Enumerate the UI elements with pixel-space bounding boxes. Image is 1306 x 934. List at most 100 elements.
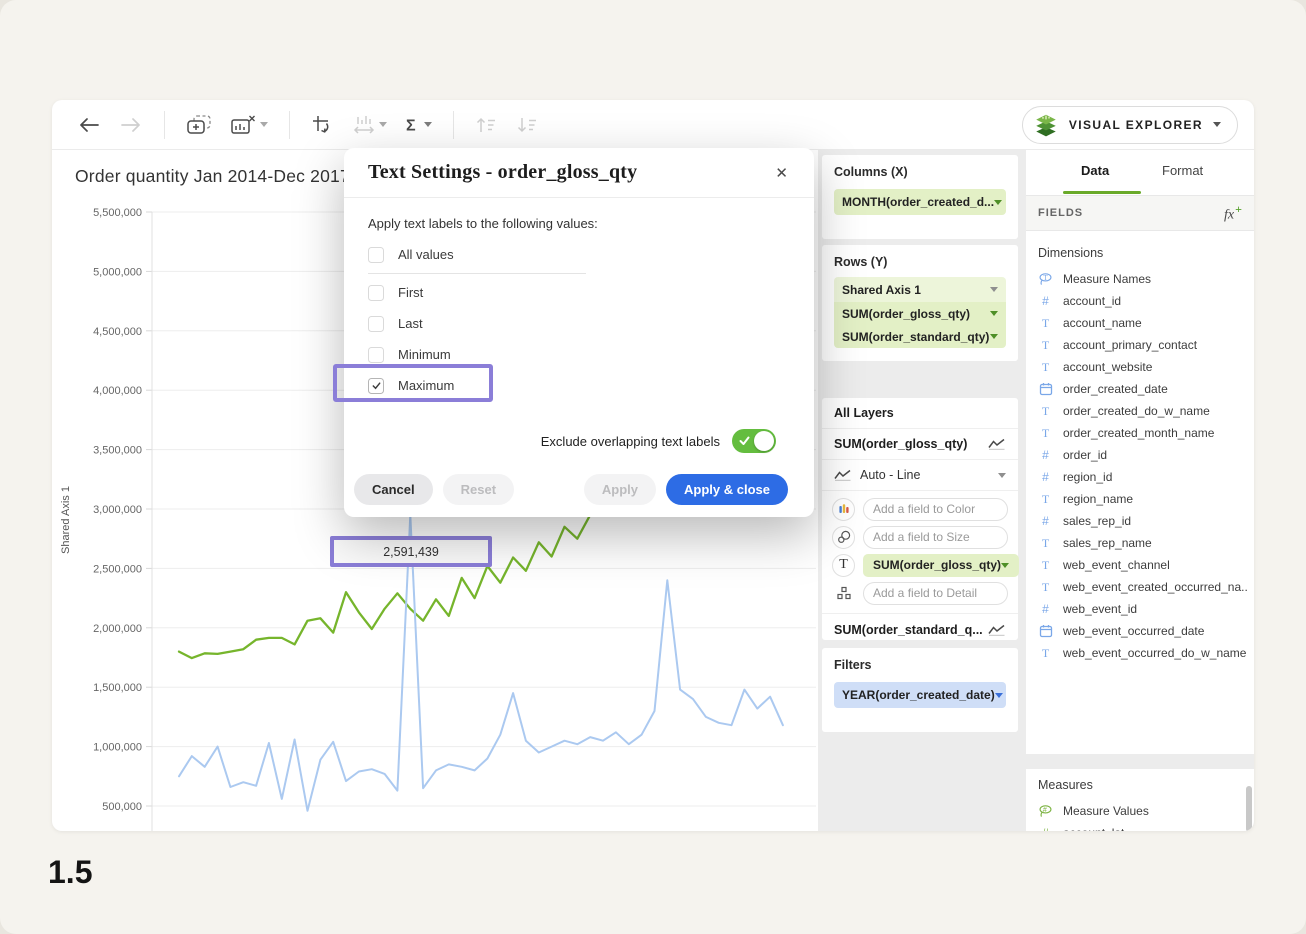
toolbar-divider — [164, 111, 165, 139]
label-options-list: All values First Last Minimum Maximum — [368, 239, 790, 401]
field-list-item[interactable]: T order_created_month_name — [1038, 422, 1248, 444]
checkbox-icon — [368, 247, 384, 263]
bar-width-button[interactable] — [351, 114, 387, 136]
svg-text:1,000,000: 1,000,000 — [93, 742, 142, 754]
sigma-icon: Σ — [405, 116, 420, 134]
text-icon: T — [1038, 427, 1053, 439]
sort-ascending-icon — [475, 116, 498, 134]
field-list-item[interactable]: order_created_date — [1038, 378, 1248, 400]
text-icon: T — [1038, 537, 1053, 549]
chevron-down-icon — [379, 122, 387, 127]
encoding-field-row[interactable]: T SUM(order_gloss_qty) — [832, 553, 1008, 577]
chevron-down-icon — [424, 122, 432, 127]
field-list-item[interactable]: T account_primary_contact — [1038, 334, 1248, 356]
field-list-item[interactable]: # account_lat — [1038, 822, 1248, 831]
dialog-description: Apply text labels to the following value… — [368, 216, 790, 231]
svg-text:5,000,000: 5,000,000 — [93, 266, 142, 278]
column-field-pill[interactable]: MONTH(order_created_d... — [834, 189, 1006, 215]
filters-title: Filters — [834, 658, 1006, 672]
filter-field-pill[interactable]: YEAR(order_created_date) — [834, 682, 1006, 708]
remove-visualization-button[interactable] — [230, 114, 268, 136]
add-formula-button[interactable]: fx+ — [1224, 202, 1242, 224]
field-list-item[interactable]: T web_event_occurred_do_w_name — [1038, 642, 1248, 664]
measure-names-icon: T — [1038, 272, 1053, 287]
apply-close-button[interactable]: Apply & close — [666, 474, 788, 505]
mark-type-value: Auto - Line — [860, 468, 920, 482]
toolbar: Σ — [52, 100, 1254, 150]
scrollbar[interactable] — [1246, 786, 1252, 831]
max-value-label: 2,591,439 — [383, 545, 439, 559]
svg-text:Σ: Σ — [406, 117, 416, 134]
field-list-item[interactable]: T account_website — [1038, 356, 1248, 378]
field-list-item[interactable]: # web_event_id — [1038, 598, 1248, 620]
forward-button[interactable] — [119, 115, 143, 135]
field-list-item[interactable]: # order_id — [1038, 444, 1248, 466]
tab-format[interactable]: Format — [1162, 163, 1203, 178]
shared-axis-header[interactable]: Shared Axis 1 — [834, 277, 1006, 302]
encoding-field-row[interactable]: Add a field to Detail — [832, 581, 1008, 605]
encoding-field-row[interactable]: Add a field to Color — [832, 497, 1008, 521]
aggregate-button[interactable]: Σ — [405, 116, 432, 134]
chevron-down-icon — [998, 473, 1006, 478]
label-option-checkbox[interactable]: All values — [368, 239, 790, 270]
duplicate-visualization-button[interactable] — [186, 114, 212, 136]
visual-explorer-badge[interactable]: VISUAL EXPLORER — [1022, 106, 1238, 144]
field-list-item[interactable]: T account_name — [1038, 312, 1248, 334]
field-list-item[interactable]: # region_id — [1038, 466, 1248, 488]
encoding-field-row[interactable]: Add a field to Size — [832, 525, 1008, 549]
dialog-header: Text Settings - order_gloss_qty ✕ — [344, 148, 814, 198]
field-list-item[interactable]: # Measure Values — [1038, 800, 1248, 822]
duplicate-chart-icon — [186, 114, 212, 136]
tab-data[interactable]: Data — [1081, 163, 1109, 178]
field-list-item[interactable]: T Measure Names — [1038, 268, 1248, 290]
dialog-title: Text Settings - order_gloss_qty — [368, 161, 637, 184]
field-list-item[interactable]: # sales_rep_id — [1038, 510, 1248, 532]
back-button[interactable] — [77, 115, 101, 135]
layer-gloss-row[interactable]: SUM(order_gloss_qty) — [822, 429, 1018, 460]
label-option-checkbox[interactable]: Maximum — [368, 370, 790, 401]
measures-list: # Measure Values # account_lat — [1038, 800, 1248, 831]
toolbar-divider — [289, 111, 290, 139]
svg-text:T: T — [1043, 273, 1048, 281]
svg-text:2,000,000: 2,000,000 — [93, 623, 142, 635]
svg-text:5,500,000: 5,500,000 — [93, 207, 142, 219]
field-list-item[interactable]: # account_id — [1038, 290, 1248, 312]
svg-text:4,000,000: 4,000,000 — [93, 385, 142, 397]
text-icon: T — [1038, 317, 1053, 329]
label-option-checkbox[interactable]: Last — [368, 308, 790, 339]
sort-descending-icon — [516, 116, 539, 134]
reset-button[interactable]: Reset — [443, 474, 514, 505]
toggle-label: Exclude overlapping text labels — [541, 434, 720, 449]
label-option-checkbox[interactable]: Minimum — [368, 339, 790, 370]
layer-standard-row[interactable]: SUM(order_standard_q... — [822, 614, 1018, 645]
swap-axes-icon — [311, 114, 333, 136]
label-option-checkbox[interactable]: First — [368, 277, 790, 308]
svg-text:4,500,000: 4,500,000 — [93, 326, 142, 338]
mark-type-selector[interactable]: Auto - Line — [822, 460, 1018, 491]
field-list-item[interactable]: T web_event_created_occurred_na... — [1038, 576, 1248, 598]
field-list-item[interactable]: T web_event_channel — [1038, 554, 1248, 576]
row-field-pill[interactable]: SUM(order_gloss_qty) — [834, 302, 1006, 325]
sort-ascending-button[interactable] — [475, 116, 498, 134]
hash-icon: # — [1038, 515, 1053, 527]
close-icon[interactable]: ✕ — [773, 162, 790, 184]
field-list-item[interactable]: T region_name — [1038, 488, 1248, 510]
fields-header-bar: FIELDS fx+ — [1026, 195, 1254, 231]
hash-icon: # — [1038, 827, 1053, 831]
swap-axes-button[interactable] — [311, 114, 333, 136]
desktop-background: Σ — [0, 0, 1306, 934]
text-icon: T — [1038, 647, 1053, 659]
line-chart-icon — [834, 469, 852, 481]
apply-button[interactable]: Apply — [584, 474, 656, 505]
text-label-icon: T — [839, 558, 848, 572]
field-list-item[interactable]: T order_created_do_w_name — [1038, 400, 1248, 422]
field-list-item[interactable]: web_event_occurred_date — [1038, 620, 1248, 642]
sort-descending-button[interactable] — [516, 116, 539, 134]
field-list-item[interactable]: T sales_rep_name — [1038, 532, 1248, 554]
chevron-down-icon — [994, 200, 1002, 205]
dimensions-title: Dimensions — [1038, 246, 1103, 260]
row-field-pill[interactable]: SUM(order_standard_qty) — [834, 325, 1006, 348]
hash-icon: # — [1038, 295, 1053, 307]
exclude-overlap-toggle[interactable] — [732, 429, 776, 453]
cancel-button[interactable]: Cancel — [354, 474, 433, 505]
